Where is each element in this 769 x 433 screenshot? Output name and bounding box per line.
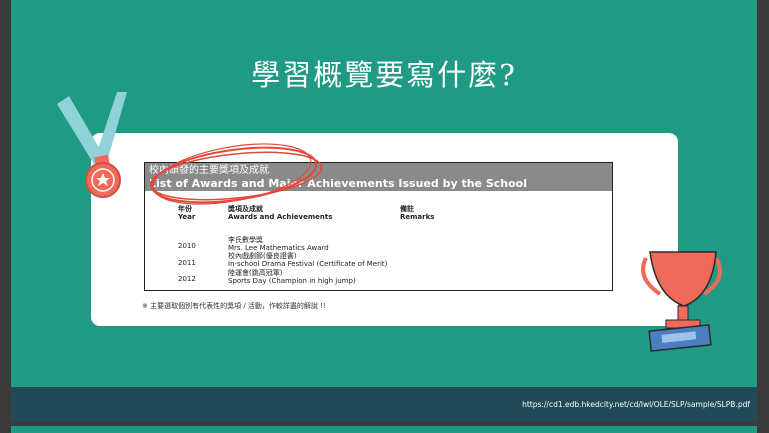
row-award: 校內戲劇節(優良證書) In-school Drama Festival (Ce… — [228, 252, 388, 268]
row-year: 2011 — [178, 259, 196, 267]
col-remarks-header: 備註 Remarks — [400, 205, 434, 221]
footer-url[interactable]: https://cd1.edb.hkedcity.net/cd/lwl/OLE/… — [522, 400, 750, 409]
col-year-en: Year — [178, 213, 196, 221]
col-awards-en: Awards and Achievements — [228, 213, 333, 221]
row-award-en: Mrs. Lee Mathematics Award — [228, 243, 329, 252]
highlight-circle — [149, 143, 323, 205]
medal-icon — [57, 92, 127, 198]
row-award: 李氏數學獎 Mrs. Lee Mathematics Award — [228, 236, 329, 252]
col-remarks-en: Remarks — [400, 213, 435, 221]
row-award-en: Sports Day (Champion in high jump) — [228, 276, 356, 285]
row-award: 陸運會(跳高冠軍) Sports Day (Champion in high j… — [228, 269, 356, 285]
slide-title: 學習概覽要寫什麼? — [251, 58, 517, 92]
row-year: 2012 — [178, 275, 196, 283]
col-remarks-zh: 備註 — [400, 205, 414, 213]
row-award-en: In-school Drama Festival (Certificate of… — [228, 259, 388, 268]
trophy-icon — [641, 251, 722, 352]
row-year: 2010 — [178, 242, 196, 250]
note-text: ※ 主要選取個別有代表性的獎項 / 活動，作較詳盡的解說 !! — [142, 302, 326, 310]
next-slide-strip — [11, 426, 757, 433]
